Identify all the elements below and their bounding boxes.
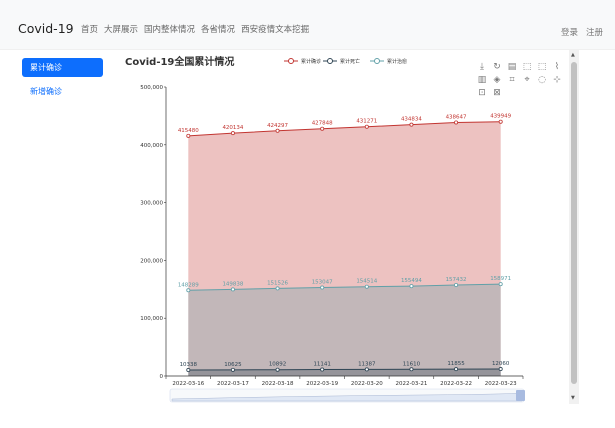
data-label: 438647 [446, 114, 467, 120]
stack-icon: ◈ [494, 75, 501, 85]
data-point [409, 367, 414, 372]
data-label: 151526 [267, 280, 288, 286]
data-point [275, 286, 280, 291]
data-point [320, 285, 325, 290]
x-tick-label: 2022-03-20 [351, 381, 383, 387]
y-tick-label: 500,000 [140, 85, 163, 91]
restore-icon: ⊡ [478, 88, 486, 98]
data-point [364, 367, 369, 372]
legend-label-1: 累计死亡 [340, 58, 360, 65]
data-label: 427848 [312, 121, 333, 127]
data-point [409, 284, 414, 289]
data-label: 434834 [401, 117, 422, 123]
data-point [275, 128, 280, 133]
line-type-icon: ⌇ [555, 61, 559, 72]
data-label: 154514 [356, 279, 377, 285]
zoom-back-icon: ⬚ [538, 62, 547, 72]
data-point [409, 122, 414, 127]
data-label: 11141 [313, 362, 331, 368]
area-chart: Covid-19全国累计情况 累计确诊 累计死亡 累计治愈 0 100,000 200,00… [125, 55, 561, 403]
data-label: 439949 [490, 114, 511, 120]
x-tick-label: 2022-03-22 [440, 381, 472, 387]
data-point [320, 126, 325, 131]
x-tick-label: 2022-03-16 [172, 381, 204, 387]
data-point [498, 367, 503, 372]
magic-icon: ⊠ [493, 88, 501, 98]
data-view-icon: ▤ [508, 62, 517, 72]
legend-label-2: 累计治愈 [387, 58, 407, 65]
data-label: 10625 [224, 362, 242, 368]
data-label: 11610 [403, 361, 421, 367]
polygon-select-icon: ⌖ [524, 75, 529, 85]
y-tick-label: 400,000 [140, 143, 163, 149]
data-point [275, 367, 280, 372]
data-point [320, 367, 325, 372]
data-point [454, 283, 459, 288]
scroll-up-arrow[interactable]: ▲ [571, 52, 575, 58]
data-point [498, 282, 503, 287]
data-point [230, 367, 235, 372]
data-label: 415480 [178, 128, 199, 134]
y-tick-label: 300,000 [140, 201, 163, 207]
data-label: 11855 [447, 361, 465, 367]
refresh-icon: ↻ [493, 62, 501, 72]
data-label: 431271 [356, 119, 377, 125]
datazoom-handle [516, 390, 525, 401]
data-point [498, 119, 503, 124]
y-tick-label: 0 [160, 374, 164, 380]
y-tick-label: 100,000 [140, 316, 163, 322]
chart-title: Covid-19全国累计情况 [125, 55, 234, 68]
data-point [186, 368, 191, 373]
download-icon: ⤓ [480, 62, 484, 72]
legend-marker-0 [288, 58, 294, 64]
chart-container: Covid-19全国累计情况 累计确诊 累计死亡 累计治愈 0 100,000 200,00… [0, 0, 615, 424]
zoom-icon: ⬚ [523, 62, 532, 72]
data-label: 10338 [180, 362, 198, 368]
data-point [454, 120, 459, 125]
data-point [454, 367, 459, 372]
data-label: 10892 [269, 362, 287, 368]
data-label: 149838 [222, 281, 243, 287]
scrollbar-thumb[interactable] [571, 62, 577, 384]
clear-select-icon: ⊹ [553, 75, 561, 85]
x-tick-label: 2022-03-19 [306, 381, 338, 387]
data-label: 148289 [178, 282, 199, 288]
legend-marker-1 [327, 58, 333, 64]
rect-select-icon: ⌗ [509, 75, 514, 85]
x-tick-label: 2022-03-18 [262, 381, 294, 387]
data-label: 12060 [492, 361, 510, 367]
data-label: 424297 [267, 123, 288, 129]
bar-type-icon: ▥ [478, 75, 487, 85]
keep-select-icon: ◌ [538, 75, 546, 85]
legend-marker-2 [374, 58, 380, 64]
scroll-down-arrow[interactable]: ▼ [571, 395, 575, 401]
data-point [364, 284, 369, 289]
data-label: 155494 [401, 278, 422, 284]
legend-label-0: 累计确诊 [301, 58, 321, 65]
data-label: 157432 [446, 277, 467, 283]
data-point [364, 124, 369, 129]
data-point [230, 287, 235, 292]
y-tick-label: 200,000 [140, 258, 163, 264]
data-label: 158971 [490, 276, 511, 282]
data-label: 420134 [222, 125, 243, 131]
x-tick-label: 2022-03-23 [485, 381, 517, 387]
x-tick-label: 2022-03-17 [217, 381, 249, 387]
data-point [186, 133, 191, 138]
x-tick-label: 2022-03-21 [395, 381, 427, 387]
data-point [230, 131, 235, 136]
data-label: 153047 [312, 280, 333, 286]
data-point [186, 288, 191, 293]
data-label: 11387 [358, 361, 376, 367]
